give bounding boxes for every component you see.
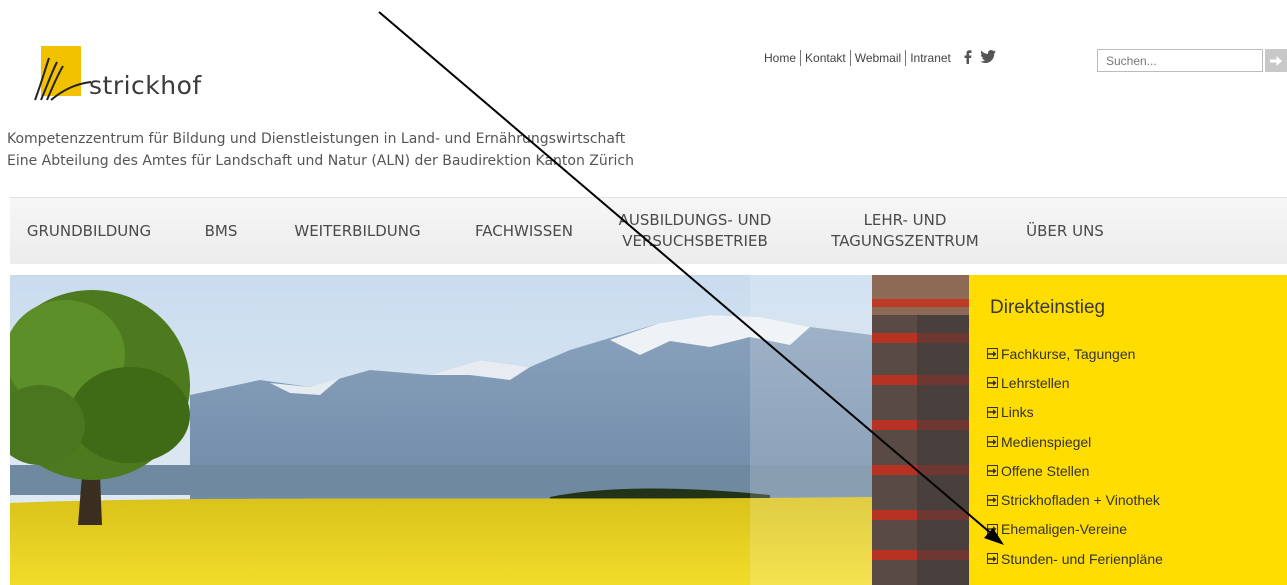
direkteinstieg-link[interactable]: Ehemaligen-Vereine	[987, 515, 1163, 544]
nav-label: LEHR- UND	[863, 211, 947, 229]
arrow-box-icon	[987, 348, 998, 360]
direkteinstieg-link[interactable]: Lehrstellen	[987, 368, 1163, 397]
toplink-kontakt[interactable]: Kontakt	[801, 50, 851, 66]
nav-fachwissen[interactable]: FACHWISSEN	[465, 198, 583, 264]
facebook-icon[interactable]	[963, 49, 972, 67]
nav-ueber-uns[interactable]: ÜBER UNS	[1020, 198, 1110, 264]
nav-label: WEITERBILDUNG	[294, 221, 421, 240]
direkteinstieg-link[interactable]: Links	[987, 398, 1163, 427]
direkteinstieg-link[interactable]: Medienspiegel	[987, 427, 1163, 456]
main-navigation: GRUNDBILDUNG BMS WEITERBILDUNG FACHWISSE…	[10, 197, 1287, 264]
link-label: Fachkurse, Tagungen	[1001, 345, 1136, 362]
nav-lehr-und-tagungszentrum[interactable]: LEHR- UND TAGUNGSZENTRUM	[820, 198, 990, 264]
direkteinstieg-title: Direkteinstieg	[990, 297, 1106, 318]
direkteinstieg-link[interactable]: Offene Stellen	[987, 456, 1163, 485]
nav-weiterbildung[interactable]: WEITERBILDUNG	[280, 198, 435, 264]
nav-bms[interactable]: BMS	[196, 198, 246, 264]
facade-image	[872, 275, 969, 585]
arrow-box-icon	[987, 377, 998, 389]
arrow-right-icon	[1270, 55, 1282, 66]
direkteinstieg-link[interactable]: Stunden- und Ferienpläne	[987, 544, 1163, 573]
arrow-box-icon	[987, 465, 998, 477]
toplink-intranet[interactable]: Intranet	[906, 50, 955, 66]
link-label: Ehemaligen-Vereine	[1001, 521, 1128, 538]
hero-landscape-image	[10, 275, 872, 585]
nav-ausbildungs-und-versuchsbetrieb[interactable]: AUSBILDUNGS- UND VERSUCHSBETRIEB	[602, 198, 788, 264]
arrow-box-icon	[987, 523, 998, 535]
grass-logo-icon	[34, 46, 92, 101]
direkteinstieg-link[interactable]: Fachkurse, Tagungen	[987, 339, 1163, 368]
arrow-box-icon	[987, 494, 998, 506]
top-links: Home Kontakt Webmail Intranet	[764, 48, 996, 68]
search-input[interactable]	[1097, 49, 1263, 72]
nav-label: ÜBER UNS	[1026, 221, 1104, 240]
link-label: Strickhofladen + Vinothek	[1001, 492, 1160, 509]
link-label: Stunden- und Ferienpläne	[1001, 550, 1163, 567]
search-button[interactable]	[1265, 49, 1287, 72]
link-label: Links	[1001, 404, 1034, 421]
tagline: Kompetenzzentrum für Bildung und Dienstl…	[7, 128, 634, 172]
direkteinstieg-list: Fachkurse, Tagungen Lehrstellen Links Me…	[987, 339, 1163, 573]
link-label: Medienspiegel	[1001, 433, 1092, 450]
link-label: Offene Stellen	[1001, 462, 1090, 479]
nav-label: VERSUCHSBETRIEB	[622, 232, 768, 250]
toplink-home[interactable]: Home	[764, 50, 802, 66]
tagline-line-1: Kompetenzzentrum für Bildung und Dienstl…	[7, 131, 626, 147]
direkteinstieg-panel: Direkteinstieg Fachkurse, Tagungen Lehrs…	[969, 275, 1287, 585]
nav-label: GRUNDBILDUNG	[26, 221, 152, 240]
tagline-line-2: Eine Abteilung des Amtes für Landschaft …	[7, 153, 634, 169]
arrow-box-icon	[987, 553, 998, 565]
logo-wordmark: strickhof	[89, 71, 202, 100]
nav-label: BMS	[204, 221, 238, 240]
nav-label: FACHWISSEN	[475, 221, 573, 240]
nav-grundbildung[interactable]: GRUNDBILDUNG	[19, 198, 159, 264]
strickhof-logo[interactable]: strickhof	[33, 46, 243, 106]
arrow-box-icon	[987, 436, 998, 448]
nav-label: AUSBILDUNGS- UND	[618, 211, 772, 229]
arrow-box-icon	[987, 406, 998, 418]
toplink-webmail[interactable]: Webmail	[851, 50, 907, 66]
direkteinstieg-link[interactable]: Strickhofladen + Vinothek	[987, 485, 1163, 514]
nav-label: TAGUNGSZENTRUM	[831, 232, 979, 250]
link-label: Lehrstellen	[1001, 374, 1070, 391]
twitter-icon[interactable]	[980, 50, 996, 66]
